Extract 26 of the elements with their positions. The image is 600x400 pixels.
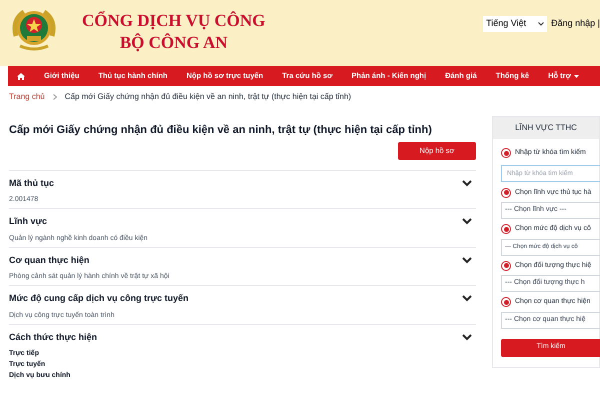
caret-down-icon[interactable] bbox=[574, 74, 579, 78]
chevron-down-icon[interactable] bbox=[462, 180, 472, 187]
login-link[interactable]: Đăng nhập | bbox=[551, 17, 600, 31]
site-title: CỔNG DỊCH VỤ CÔNG bbox=[82, 10, 266, 32]
site-subtitle: BỘ CÔNG AN bbox=[120, 32, 228, 54]
radio-button[interactable] bbox=[501, 188, 511, 198]
breadcrumb-current: Cấp mới Giấy chứng nhận đủ điều kiện về an ninh, trật tự (thực hiện tại cấp tỉnh) bbox=[64, 91, 352, 103]
chevron-right-icon bbox=[52, 94, 57, 100]
chevron-down-icon[interactable] bbox=[462, 256, 472, 264]
section-heading: Lĩnh vực bbox=[9, 215, 48, 228]
radio-button[interactable] bbox=[501, 148, 511, 158]
sidebar-title: LĨNH VỰC TTHC bbox=[493, 117, 599, 139]
chevron-down-icon[interactable] bbox=[462, 334, 472, 341]
radio-button[interactable] bbox=[501, 297, 511, 308]
section-heading: Cách thức thực hiện bbox=[9, 330, 98, 344]
radio-button[interactable] bbox=[501, 224, 511, 234]
section-heading: Mức độ cung cấp dịch vụ công trực tuyến bbox=[9, 292, 189, 305]
chevron-down-icon[interactable] bbox=[462, 295, 472, 302]
home-icon[interactable] bbox=[17, 72, 25, 80]
section-heading: Cơ quan thực hiện bbox=[9, 254, 90, 267]
breadcrumb-link[interactable]: Trang chủ bbox=[9, 91, 45, 103]
chevron-down-icon[interactable] bbox=[462, 218, 472, 226]
section-heading: Mã thủ tục bbox=[9, 176, 54, 190]
page-title: Cấp mới Giấy chứng nhận đủ điều kiện về an ninh, trật tự (thực hiện tại cấp tỉnh) bbox=[9, 123, 433, 138]
language-select[interactable]: Tiếng Việt bbox=[483, 16, 548, 32]
radio-button[interactable] bbox=[501, 260, 511, 271]
